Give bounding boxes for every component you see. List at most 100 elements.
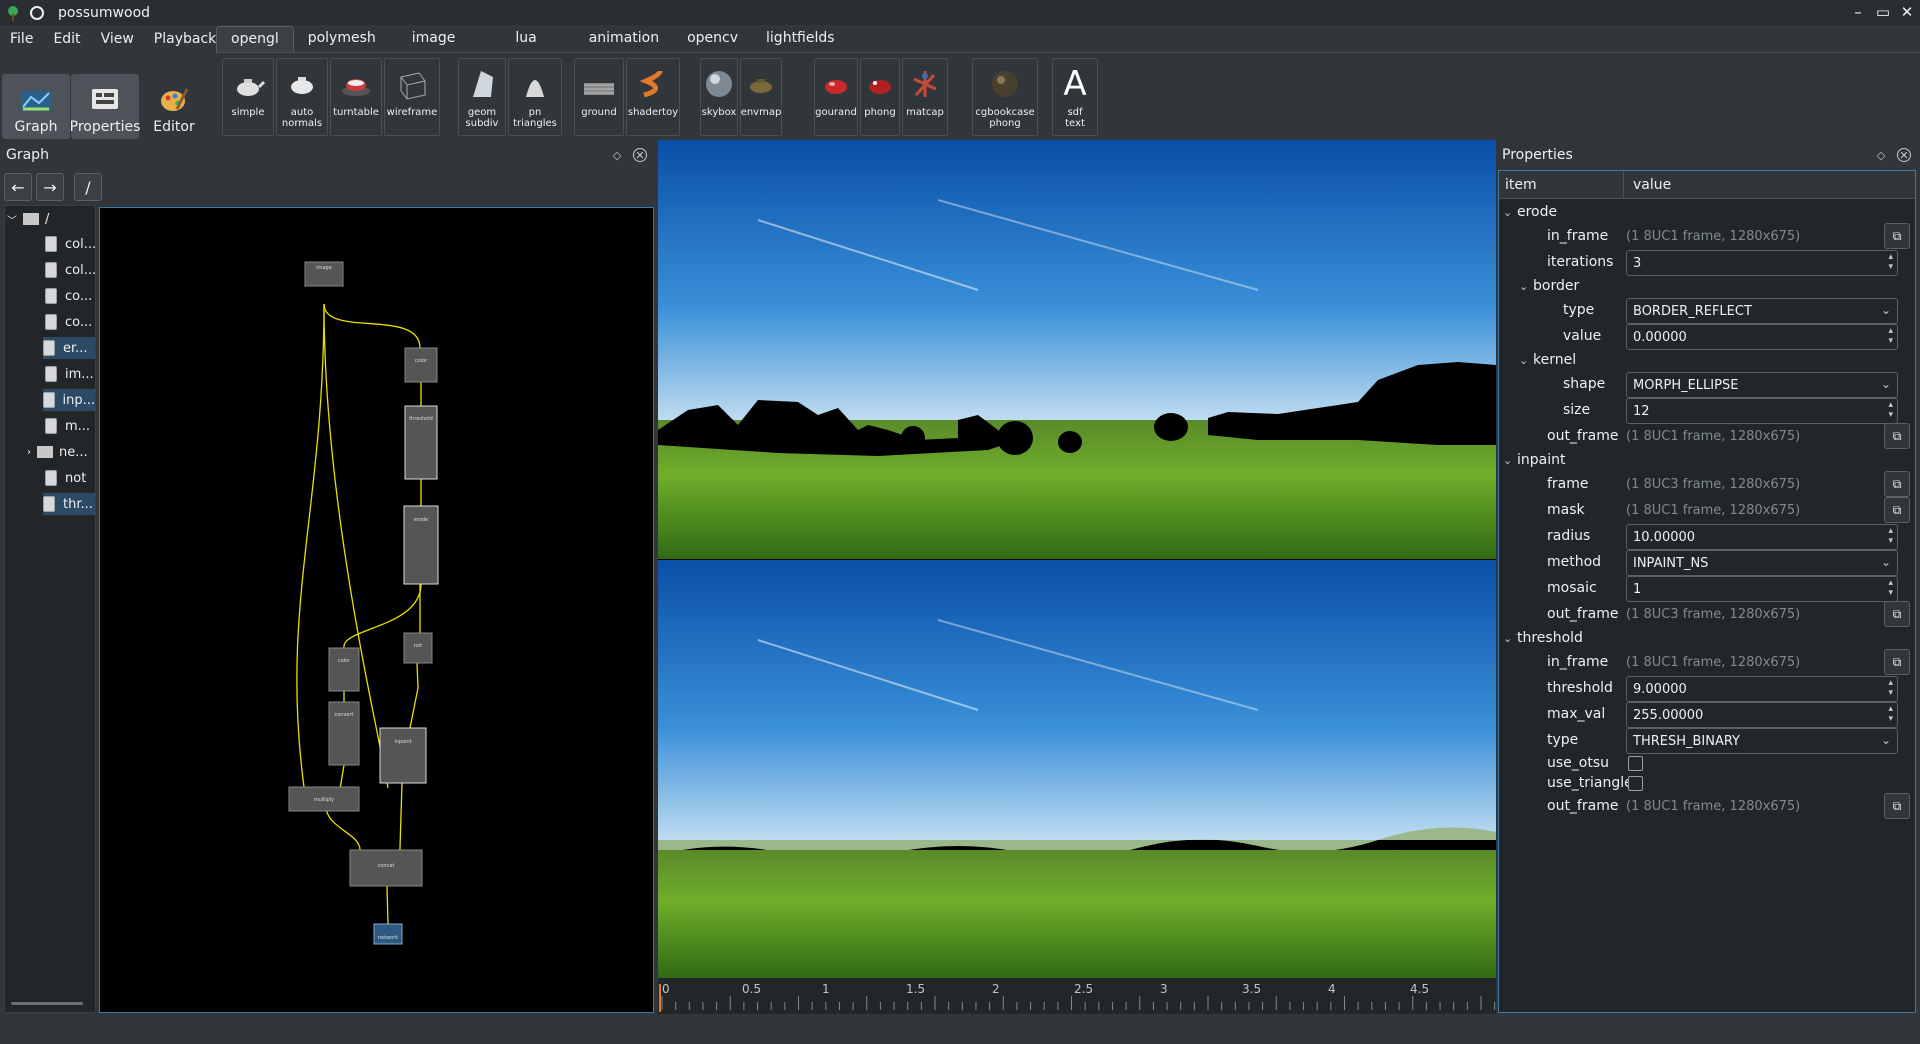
minimize-button[interactable]: –: [1848, 2, 1868, 22]
tool-phong[interactable]: phong: [860, 58, 900, 136]
property-spinbox[interactable]: 12 ▴ ▾: [1626, 398, 1898, 424]
chevron-down-icon[interactable]: ⌄: [1503, 206, 1512, 219]
tab-polymesh[interactable]: polymesh: [294, 26, 390, 52]
tab-opengl[interactable]: opengl: [216, 26, 294, 52]
tool-envmap[interactable]: envmap: [740, 58, 782, 136]
tab-lua[interactable]: lua: [477, 26, 574, 52]
graph-mode-button[interactable]: Graph: [2, 74, 70, 139]
node-erode[interactable]: erode: [403, 505, 439, 585]
property-dropdown[interactable]: THRESH_BINARY ⌄: [1626, 728, 1898, 754]
node-not[interactable]: not: [403, 632, 433, 664]
node-multiply[interactable]: multiply: [288, 786, 360, 812]
close-window-button[interactable]: ✕: [1897, 2, 1917, 22]
forward-button[interactable]: →: [36, 173, 64, 201]
column-header-value[interactable]: value: [1633, 177, 1671, 193]
node-concat[interactable]: concat: [349, 849, 423, 887]
tree-node[interactable]: m...: [45, 415, 90, 437]
column-header-item[interactable]: item: [1505, 177, 1537, 193]
spin-arrows-icon[interactable]: ▴ ▾: [1888, 326, 1893, 346]
property-row-threshold[interactable]: ⌄ threshold: [1499, 627, 1915, 649]
tree-node[interactable]: co...: [45, 311, 92, 333]
tool-pn-triangles[interactable]: pn triangles: [508, 58, 562, 136]
chevron-down-icon[interactable]: ⌄: [1503, 632, 1512, 645]
menu-edit[interactable]: Edit: [43, 28, 90, 52]
open-viewer-button[interactable]: ⧉: [1884, 423, 1910, 449]
tool-gourand[interactable]: gourand: [814, 58, 858, 136]
node-inpaint[interactable]: inpaint: [379, 727, 427, 784]
node-graph-canvas[interactable]: image color threshold erode color not co…: [99, 207, 654, 1013]
close-panel-icon[interactable]: ✕: [1897, 148, 1911, 162]
maximize-button[interactable]: ▭: [1873, 2, 1893, 22]
spin-arrows-icon[interactable]: ▴ ▾: [1888, 578, 1893, 598]
tool-ground[interactable]: ground: [574, 58, 624, 136]
chevron-down-icon[interactable]: ⌄: [1881, 733, 1891, 747]
open-viewer-button[interactable]: ⧉: [1884, 223, 1910, 249]
open-viewer-button[interactable]: ⧉: [1884, 471, 1910, 497]
tab-animation[interactable]: animation: [575, 26, 673, 52]
tool-wireframe[interactable]: wireframe: [384, 58, 440, 136]
tool-turntable[interactable]: turntable: [330, 58, 382, 136]
tool-auto-normals[interactable]: auto normals: [276, 58, 328, 136]
property-spinbox[interactable]: 10.00000 ▴ ▾: [1626, 524, 1898, 550]
window-menu-icon[interactable]: [30, 5, 44, 20]
menu-file[interactable]: File: [0, 28, 43, 52]
tree-folder[interactable]: › ne...: [27, 441, 88, 463]
chevron-down-icon[interactable]: ⌄: [1519, 280, 1528, 293]
timeline[interactable]: 0 0.5 1 1.5 2 2.5 3 3.5 4 4.5: [658, 978, 1496, 1014]
float-panel-icon[interactable]: ◇: [610, 148, 624, 162]
tree-node[interactable]: im...: [45, 363, 94, 385]
property-spinbox[interactable]: 9.00000 ▴ ▾: [1626, 676, 1898, 702]
spin-arrows-icon[interactable]: ▴ ▾: [1888, 526, 1893, 546]
tree-scrollbar[interactable]: [11, 1002, 83, 1005]
property-spinbox[interactable]: 0.00000 ▴ ▾: [1626, 324, 1898, 350]
open-viewer-button[interactable]: ⧉: [1884, 649, 1910, 675]
tree-node[interactable]: col...: [45, 233, 96, 255]
float-panel-icon[interactable]: ◇: [1874, 148, 1888, 162]
chevron-down-icon[interactable]: ⌄: [1881, 377, 1891, 391]
property-checkbox[interactable]: [1628, 775, 1643, 791]
properties-mode-button[interactable]: Properties: [70, 74, 140, 139]
property-checkbox[interactable]: [1628, 755, 1643, 771]
spin-arrows-icon[interactable]: ▴ ▾: [1888, 400, 1893, 420]
node-color[interactable]: color: [328, 647, 360, 692]
tree-node-selected[interactable]: er...: [43, 337, 95, 359]
tab-lightfields[interactable]: lightfields: [752, 26, 849, 52]
property-row-inpaint[interactable]: ⌄ inpaint: [1499, 449, 1915, 471]
close-panel-icon[interactable]: ✕: [633, 148, 647, 162]
spin-arrows-icon[interactable]: ▴ ▾: [1888, 704, 1893, 724]
node-network[interactable]: network: [373, 923, 403, 945]
property-row-kernel[interactable]: ⌄ kernel: [1499, 349, 1915, 371]
property-dropdown[interactable]: INPAINT_NS ⌄: [1626, 550, 1898, 576]
open-viewer-button[interactable]: ⧉: [1884, 497, 1910, 523]
spin-arrows-icon[interactable]: ▴ ▾: [1888, 678, 1893, 698]
property-dropdown[interactable]: BORDER_REFLECT ⌄: [1626, 298, 1898, 324]
property-spinbox[interactable]: 255.00000 ▴ ▾: [1626, 702, 1898, 728]
node-color[interactable]: color: [404, 347, 438, 383]
editor-mode-button[interactable]: Editor: [140, 74, 208, 139]
viewport[interactable]: [658, 140, 1496, 978]
property-row-erode[interactable]: ⌄ erode: [1499, 201, 1915, 223]
tool-matcap[interactable]: matcap: [902, 58, 948, 136]
menu-view[interactable]: View: [91, 28, 144, 52]
open-viewer-button[interactable]: ⧉: [1884, 793, 1910, 819]
tool-geom-subdiv[interactable]: geom subdiv: [458, 58, 506, 136]
back-button[interactable]: ←: [4, 173, 32, 201]
chevron-down-icon[interactable]: ⌄: [1519, 354, 1528, 367]
tree-node-selected[interactable]: thr...: [43, 493, 95, 515]
spin-arrows-icon[interactable]: ▴ ▾: [1888, 252, 1893, 272]
chevron-down-icon[interactable]: ⌄: [1881, 555, 1891, 569]
tree-node[interactable]: co...: [45, 285, 92, 307]
chevron-down-icon[interactable]: ⌄: [1503, 454, 1512, 467]
tree-node[interactable]: col...: [45, 259, 96, 281]
node-convert[interactable]: convert: [328, 701, 360, 766]
tab-image[interactable]: image: [390, 26, 478, 52]
property-row-border[interactable]: ⌄ border: [1499, 275, 1915, 297]
tool-simple[interactable]: simple: [222, 58, 274, 136]
node-threshold[interactable]: threshold: [404, 405, 438, 480]
tool-skybox[interactable]: skybox: [700, 58, 738, 136]
tool-cgbookcase-phong[interactable]: cgbookcase phong: [972, 58, 1038, 136]
tree-node[interactable]: not: [45, 467, 86, 489]
tree-node-selected[interactable]: inp...: [43, 389, 95, 411]
property-spinbox[interactable]: 3 ▴ ▾: [1626, 250, 1898, 276]
tab-opencv[interactable]: opencv: [673, 26, 752, 52]
